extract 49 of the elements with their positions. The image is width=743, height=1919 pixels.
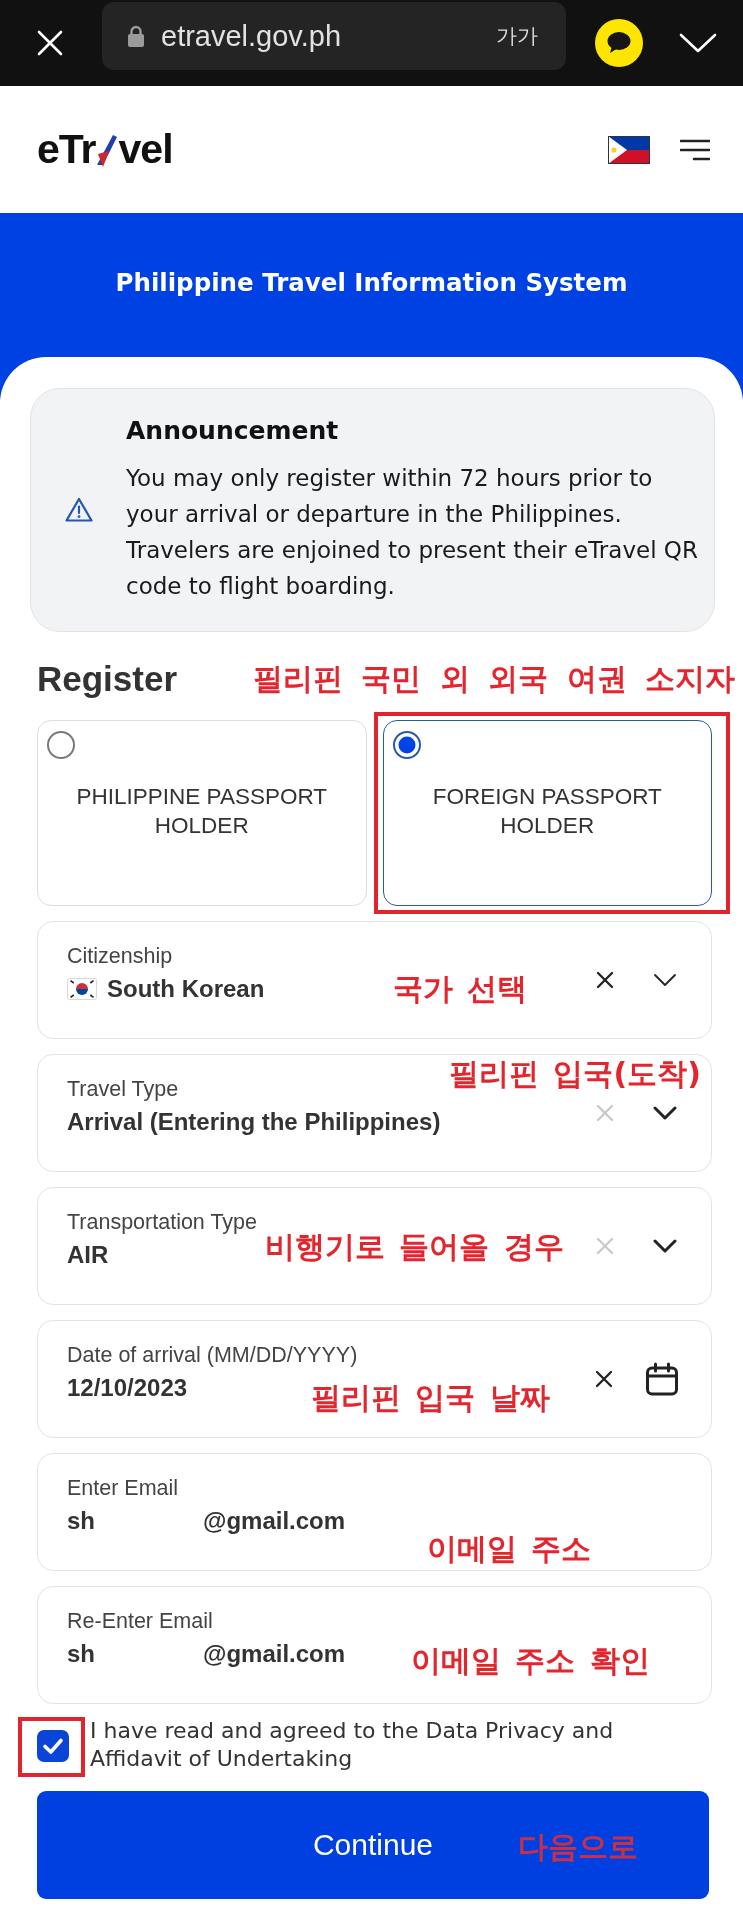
register-heading: Register <box>37 659 178 699</box>
annotation-text: 국가 선택 <box>393 971 528 1007</box>
chevron-down-icon[interactable] <box>653 973 677 987</box>
address-bar[interactable]: etravel.gov.ph 가가 <box>102 2 566 70</box>
field-label: Date of arrival (MM/DD/YYYY) <box>67 1343 359 1368</box>
field-value: @gmail.com <box>203 1639 346 1669</box>
flag-icon <box>67 978 97 1000</box>
field-value: AIR <box>67 1240 109 1270</box>
field-value: sh <box>67 1506 95 1536</box>
checkbox[interactable] <box>37 1730 69 1762</box>
chevron-down-icon[interactable] <box>653 1239 677 1253</box>
url-text: etravel.gov.ph <box>161 19 342 53</box>
text-size-button[interactable]: 가가 <box>494 18 540 54</box>
chevron-down-icon[interactable] <box>653 1106 677 1120</box>
announcement-text: You may only register within 72 hours prior to your arrival or departure in the Philippines. Travelers are enjoined to present their eTravel QR code to flight boarding. <box>126 464 699 601</box>
warning-icon <box>65 497 93 523</box>
clear-icon[interactable] <box>595 970 615 990</box>
annotation-text: 비행기로 들어올 경우 <box>265 1229 564 1265</box>
field-label: Travel Type <box>67 1077 180 1102</box>
annotation-text: 필리핀 입국(도착) <box>449 1056 701 1092</box>
lock-icon <box>127 25 145 47</box>
field-value: Arrival (Entering the Philippines) <box>67 1107 441 1137</box>
field-value: @gmail.com <box>203 1506 346 1536</box>
banner-title: Philippine Travel Information System <box>114 267 629 298</box>
field-value: 12/10/2023 <box>67 1373 188 1403</box>
menu-icon[interactable] <box>680 138 710 161</box>
field-value: South Korean <box>107 974 265 1004</box>
annotation-text: 이메일 주소 <box>427 1531 592 1567</box>
field-value: sh <box>67 1639 95 1669</box>
calendar-icon[interactable] <box>645 1362 679 1396</box>
field-label: Citizenship <box>67 944 174 969</box>
radio-icon <box>391 730 422 760</box>
agreement-text: I have read and agreed to the Data Privacy and Affidavit of Undertaking <box>90 1717 615 1773</box>
announcement-title: Announcement <box>126 415 340 447</box>
logo-link[interactable]: eTr vel <box>37 126 173 173</box>
field-label: Transportation Type <box>67 1210 259 1235</box>
annotation-text: 이메일 주소 확인 <box>411 1643 650 1679</box>
annotation-text: 필리핀 입국 날짜 <box>311 1380 550 1416</box>
passport-option[interactable]: FOREIGN PASSPORT HOLDER <box>382 720 712 906</box>
flag-icon[interactable] <box>608 135 650 164</box>
close-icon[interactable] <box>37 30 63 56</box>
field-label: Enter Email <box>67 1476 180 1501</box>
clear-icon[interactable] <box>594 1369 614 1389</box>
radio-icon <box>46 730 76 760</box>
annotation-text: 다음으로 <box>518 1829 638 1865</box>
passport-option[interactable]: PHILIPPINE PASSPORT HOLDER <box>37 720 367 906</box>
chat-bubble-icon[interactable] <box>595 19 643 67</box>
annotation-text: 필리핀 국민 외 외국 여권 소지자 <box>252 661 735 697</box>
field-label: Re-Enter Email <box>67 1609 214 1634</box>
